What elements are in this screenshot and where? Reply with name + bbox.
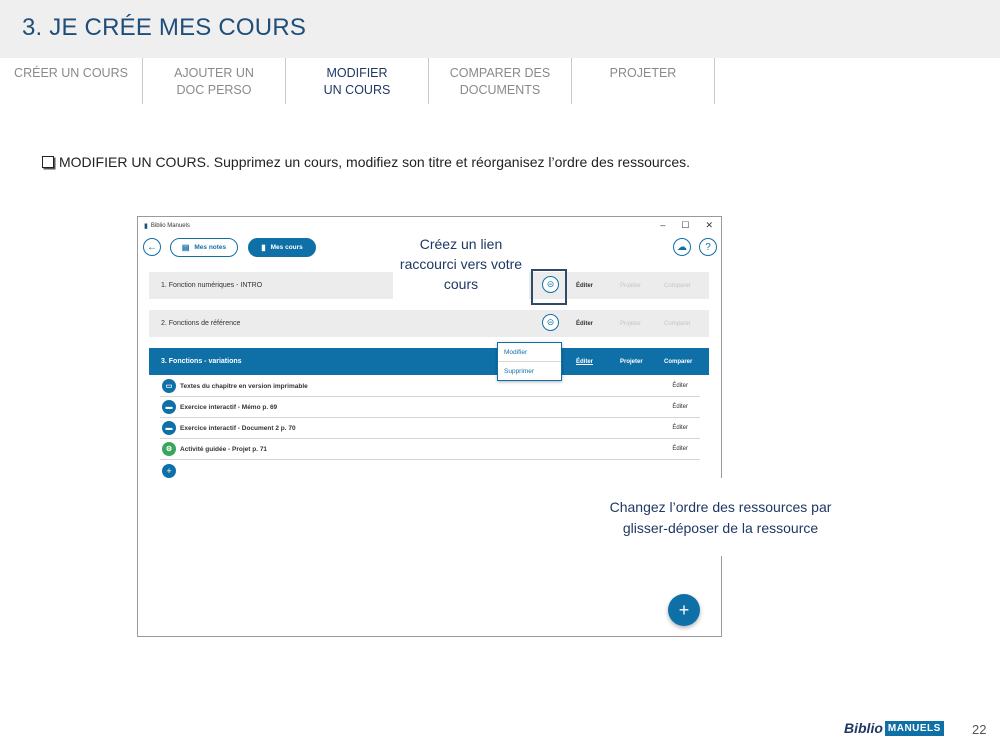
maximize-icon[interactable]: ☐ bbox=[681, 220, 689, 231]
logo-text: Biblio bbox=[844, 720, 883, 736]
resource-label: Activité guidée - Projet p. 71 bbox=[180, 445, 268, 453]
compare-button[interactable]: Comparer bbox=[664, 321, 691, 327]
biblio-manuels-logo: Biblio MANUELS bbox=[844, 720, 944, 736]
my-courses-label: Mes cours bbox=[270, 244, 303, 251]
resource-edit-button[interactable]: Éditer bbox=[672, 446, 688, 452]
tab-label: DOCUMENTS bbox=[459, 83, 541, 97]
edit-button[interactable]: Éditer bbox=[576, 283, 593, 289]
section-tabs: CRÉER UN COURS AJOUTER UN DOC PERSO MODIF… bbox=[0, 58, 715, 104]
app-logo-icon: ▮ bbox=[144, 223, 148, 230]
activity-icon: ⚙ bbox=[162, 442, 176, 456]
link-icon[interactable]: ⊝ bbox=[542, 314, 559, 331]
tab-compare-docs[interactable]: COMPARER DES DOCUMENTS bbox=[429, 58, 572, 104]
tab-label: DOC PERSO bbox=[176, 83, 252, 97]
resource-label: Exercice interactif - Document 2 p. 70 bbox=[180, 424, 296, 432]
tab-add-doc[interactable]: AJOUTER UN DOC PERSO bbox=[143, 58, 286, 104]
book-icon: ▮ bbox=[261, 243, 266, 252]
compare-button[interactable]: Comparer bbox=[664, 359, 692, 365]
add-resource-button[interactable]: + bbox=[162, 464, 176, 478]
tab-label: AJOUTER UN bbox=[174, 66, 254, 80]
course-name: 1. Fonction numériques - INTRO bbox=[161, 282, 263, 289]
my-notes-button[interactable]: ▤ Mes notes bbox=[170, 238, 238, 257]
course-name: 3. Fonctions - variations bbox=[161, 358, 242, 365]
callout-reorder: Changez l’ordre des ressources par gliss… bbox=[588, 478, 853, 556]
checkbox-bullet-icon bbox=[42, 156, 54, 168]
cloud-button[interactable]: ☁ bbox=[673, 238, 691, 256]
resource-label: Exercice interactif - Mémo p. 69 bbox=[180, 403, 278, 411]
back-button[interactable]: ← bbox=[143, 238, 161, 256]
window-title: Biblio Manuels bbox=[150, 223, 190, 229]
resource-edit-button[interactable]: Éditer bbox=[672, 425, 688, 431]
resource-edit-button[interactable]: Éditer bbox=[672, 383, 688, 389]
project-button[interactable]: Projeter bbox=[620, 283, 641, 289]
resource-label: Textes du chapitre en version imprimable bbox=[180, 382, 308, 390]
notes-icon: ▤ bbox=[181, 243, 190, 252]
tab-label: CRÉER UN COURS bbox=[14, 66, 128, 80]
exercise-icon: ▬ bbox=[162, 421, 176, 435]
tab-label: UN COURS bbox=[323, 83, 391, 97]
compare-button[interactable]: Comparer bbox=[664, 283, 691, 289]
course-name: 2. Fonctions de référence bbox=[161, 320, 241, 327]
help-icon: ? bbox=[705, 241, 711, 253]
project-button[interactable]: Projeter bbox=[620, 321, 641, 327]
add-course-fab[interactable]: + bbox=[668, 594, 700, 626]
instruction-line: MODIFIER UN COURS. Supprimez un cours, m… bbox=[42, 154, 690, 170]
tab-label: PROJETER bbox=[609, 66, 677, 80]
link-highlight-box bbox=[531, 269, 567, 305]
edit-button[interactable]: Éditer bbox=[576, 359, 593, 365]
logo-badge: MANUELS bbox=[884, 720, 944, 736]
resource-item[interactable]: ▬ Exercice interactif - Mémo p. 69 Édite… bbox=[160, 397, 700, 418]
help-button[interactable]: ? bbox=[699, 238, 717, 256]
page-number: 22 bbox=[972, 722, 987, 737]
cloud-upload-icon: ☁ bbox=[677, 241, 687, 253]
resource-edit-button[interactable]: Éditer bbox=[672, 404, 688, 410]
tab-label: MODIFIER bbox=[326, 66, 388, 80]
my-courses-button[interactable]: ▮ Mes cours bbox=[248, 238, 316, 257]
plus-icon: + bbox=[166, 466, 172, 476]
resource-item[interactable]: ▬ Exercice interactif - Document 2 p. 70… bbox=[160, 418, 700, 439]
tab-modify-course[interactable]: MODIFIER UN COURS bbox=[286, 58, 429, 104]
project-button[interactable]: Projeter bbox=[620, 359, 643, 365]
arrow-left-icon: ← bbox=[147, 241, 157, 253]
course-row-active[interactable]: 3. Fonctions - variations Éditer Projete… bbox=[149, 348, 709, 375]
tab-label: COMPARER DES bbox=[449, 66, 551, 80]
edit-button[interactable]: Éditer bbox=[576, 321, 593, 327]
slide-title: 3. JE CRÉE MES COURS bbox=[22, 14, 307, 41]
resource-item[interactable]: ▭ Textes du chapitre en version imprimab… bbox=[160, 376, 700, 397]
exercise-icon: ▬ bbox=[162, 400, 176, 414]
menu-item-modify[interactable]: Modifier bbox=[498, 343, 561, 362]
instruction-text: MODIFIER UN COURS. Supprimez un cours, m… bbox=[59, 154, 690, 170]
minimize-icon[interactable]: – bbox=[660, 220, 665, 231]
window-controls: – ☐ ✕ bbox=[660, 220, 713, 231]
tab-create-course[interactable]: CRÉER UN COURS bbox=[0, 58, 143, 104]
my-notes-label: Mes notes bbox=[194, 244, 227, 251]
course-row[interactable]: 2. Fonctions de référence ⊝ Éditer Proje… bbox=[149, 310, 709, 337]
printer-icon: ▭ bbox=[162, 379, 176, 393]
tab-project[interactable]: PROJETER bbox=[572, 58, 715, 104]
plus-icon: + bbox=[678, 599, 690, 620]
callout-link: Créez un lien raccourci vers votre cours bbox=[393, 232, 529, 300]
close-icon[interactable]: ✕ bbox=[705, 220, 713, 231]
resource-item[interactable]: ⚙ Activité guidée - Projet p. 71 Éditer bbox=[160, 439, 700, 460]
